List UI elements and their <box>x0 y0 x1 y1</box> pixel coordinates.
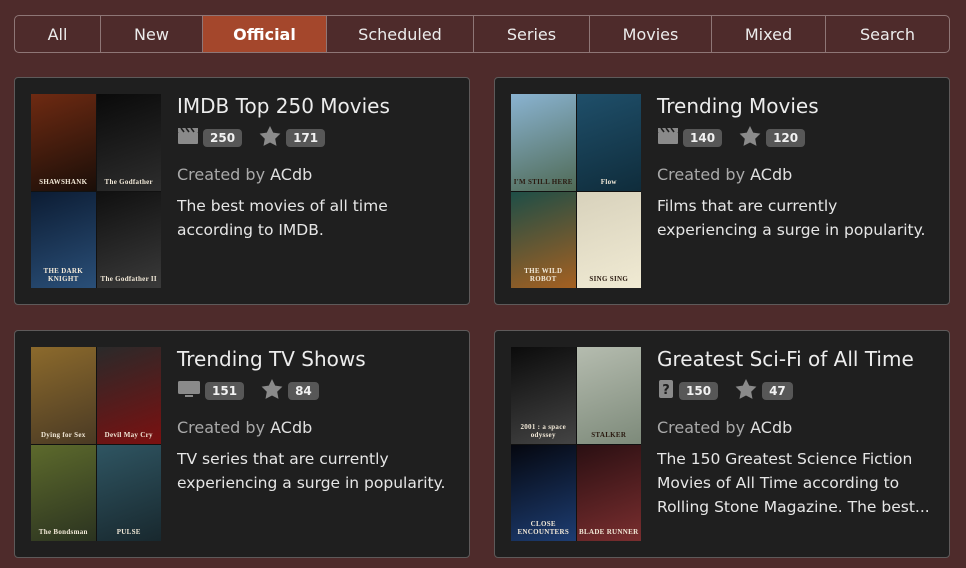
poster-caption: The Godfather II <box>100 275 157 283</box>
star-icon <box>258 125 282 151</box>
rating-count-badge: 47 <box>762 382 793 400</box>
created-by-label: Created by <box>177 165 266 184</box>
poster-caption: The Godfather <box>104 177 153 186</box>
creator-name[interactable]: ACdb <box>750 418 792 437</box>
poster-2001: 2001 : a space odyssey <box>511 347 576 444</box>
poster-caption: The Bondsman <box>38 528 88 536</box>
list-card[interactable]: Dying for Sex Devil May Cry The Bondsman… <box>14 330 470 558</box>
list-card[interactable]: SHAWSHANK The Godfather THE DARK KNIGHT … <box>14 77 470 305</box>
poster-sing-sing: SING SING <box>576 191 641 288</box>
poster-flow: Flow <box>576 94 641 191</box>
poster-caption: PULSE <box>116 528 141 536</box>
list-title[interactable]: Trending TV Shows <box>177 347 455 371</box>
rating-count-badge: 120 <box>766 129 806 147</box>
star-icon <box>734 378 758 404</box>
list-description: The best movies of all time according to… <box>177 197 388 239</box>
poster-wild-robot: THE WILD ROBOT <box>511 191 576 288</box>
item-count-badge: 150 <box>679 382 719 400</box>
list-description: TV series that are currently experiencin… <box>177 450 446 492</box>
poster-pulse: PULSE <box>96 444 161 541</box>
poster-shawshank: SHAWSHANK <box>31 94 96 191</box>
poster-caption: SING SING <box>589 275 629 283</box>
clapperboard-icon <box>657 127 679 149</box>
poster-caption: Dying for Sex <box>40 430 86 439</box>
clapperboard-icon <box>177 127 199 149</box>
item-count-badge: 250 <box>203 129 243 147</box>
poster-caption: BLADE RUNNER <box>579 528 639 536</box>
poster-stalker: STALKER <box>576 347 641 444</box>
poster-caption: 2001 : a space odyssey <box>520 422 567 439</box>
poster-dying-for-sex: Dying for Sex <box>31 347 96 444</box>
created-by: Created by ACdb <box>177 418 455 437</box>
creator-name[interactable]: ACdb <box>270 165 312 184</box>
poster-caption: Flow <box>600 177 617 186</box>
list-stats: 140 120 <box>657 125 935 151</box>
poster-collage: 2001 : a space odyssey STALKER CLOSE ENC… <box>511 347 641 541</box>
tab-all[interactable]: All <box>15 16 101 52</box>
rating-count-badge: 171 <box>286 129 326 147</box>
created-by: Created by ACdb <box>657 418 935 437</box>
poster-caption: I'M STILL HERE <box>513 177 573 186</box>
poster-close-encounters: CLOSE ENCOUNTERS <box>511 444 576 541</box>
poster-bondsman: The Bondsman <box>31 444 96 541</box>
list-title[interactable]: Greatest Sci-Fi of All Time <box>657 347 935 371</box>
list-description: The 150 Greatest Science Fiction Movies … <box>657 450 930 516</box>
poster-blade-runner: BLADE RUNNER <box>576 444 641 541</box>
poster-caption: STALKER <box>591 430 627 439</box>
poster-dark-knight: THE DARK KNIGHT <box>31 191 96 288</box>
tab-search[interactable]: Search <box>826 16 949 52</box>
list-stats: 151 84 <box>177 378 455 404</box>
poster-godfather: The Godfather <box>96 94 161 191</box>
poster-caption: THE WILD ROBOT <box>524 267 563 283</box>
created-by-label: Created by <box>177 418 266 437</box>
poster-godfather-2: The Godfather II <box>96 191 161 288</box>
star-icon <box>738 125 762 151</box>
poster-collage: Dying for Sex Devil May Cry The Bondsman… <box>31 347 161 541</box>
list-card[interactable]: I'M STILL HERE Flow THE WILD ROBOT SING … <box>494 77 950 305</box>
poster-collage: SHAWSHANK The Godfather THE DARK KNIGHT … <box>31 94 161 288</box>
list-stats: 250 171 <box>177 125 455 151</box>
poster-collage: I'M STILL HERE Flow THE WILD ROBOT SING … <box>511 94 641 288</box>
tab-official[interactable]: Official <box>203 16 327 52</box>
tab-new[interactable]: New <box>101 16 203 52</box>
list-title[interactable]: IMDB Top 250 Movies <box>177 94 455 118</box>
tab-movies[interactable]: Movies <box>590 16 712 52</box>
created-by-label: Created by <box>657 165 746 184</box>
tab-series[interactable]: Series <box>474 16 590 52</box>
created-by-label: Created by <box>657 418 746 437</box>
rating-count-badge: 84 <box>288 382 319 400</box>
created-by: Created by ACdb <box>657 165 935 184</box>
list-title[interactable]: Trending Movies <box>657 94 935 118</box>
poster-devil-may-cry: Devil May Cry <box>96 347 161 444</box>
list-stats: ? 150 47 <box>657 378 935 404</box>
item-count-badge: 151 <box>205 382 245 400</box>
creator-name[interactable]: ACdb <box>750 165 792 184</box>
poster-caption: SHAWSHANK <box>39 177 88 186</box>
list-type-tabs: All New Official Scheduled Series Movies… <box>14 15 950 53</box>
tab-scheduled[interactable]: Scheduled <box>327 16 474 52</box>
list-card[interactable]: 2001 : a space odyssey STALKER CLOSE ENC… <box>494 330 950 558</box>
tab-mixed[interactable]: Mixed <box>712 16 826 52</box>
item-count-badge: 140 <box>683 129 723 147</box>
poster-caption: CLOSE ENCOUNTERS <box>517 520 570 536</box>
poster-caption: Devil May Cry <box>104 430 153 439</box>
list-description: Films that are currently experiencing a … <box>657 197 926 239</box>
creator-name[interactable]: ACdb <box>270 418 312 437</box>
question-icon: ? <box>657 379 675 403</box>
poster-caption: THE DARK KNIGHT <box>43 267 84 283</box>
star-icon <box>260 378 284 404</box>
created-by: Created by ACdb <box>177 165 455 184</box>
poster-im-still-here: I'M STILL HERE <box>511 94 576 191</box>
monitor-icon <box>177 380 201 402</box>
svg-text:?: ? <box>662 383 670 398</box>
